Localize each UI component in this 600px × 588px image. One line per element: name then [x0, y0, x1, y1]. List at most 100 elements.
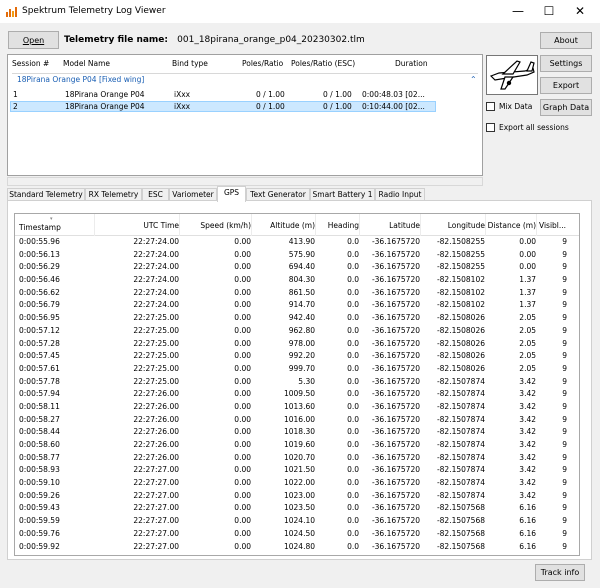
table-row[interactable]: 0:00:59.43 22:27:27.00 0.00 1023.50 0.0 -36.1… [15, 502, 579, 515]
cell-longitude: -82.1507874 [436, 389, 485, 399]
table-row[interactable]: 0:00:57.94 22:27:26.00 0.00 1009.50 0.0 -36.1… [15, 388, 579, 401]
col-duration[interactable]: Duration [395, 59, 428, 68]
table-row[interactable]: 0:00:59.76 22:27:27.00 0.00 1024.50 0.0 -36.1… [15, 528, 579, 541]
col-poles-ratio-esc[interactable]: Poles/Ratio (ESC) [291, 59, 355, 68]
mix-data-checkbox-group[interactable]: Mix Data [486, 102, 532, 111]
cell-utc-time: 22:27:25.00 [133, 313, 179, 323]
cell-distance: 1.37 [519, 300, 536, 310]
table-row[interactable]: 0:00:58.93 22:27:27.00 0.00 1021.50 0.0 -36.1… [15, 464, 579, 477]
table-row[interactable]: 0:01:00.09 22:27:28.00 0.00 1025.20 0.0 -36.1… [15, 553, 579, 555]
cell-speed: 0.00 [234, 452, 251, 462]
cell-longitude: -82.1507874 [436, 478, 485, 488]
cell-altitude: 1009.50 [283, 389, 315, 399]
table-row[interactable]: 0:00:57.78 22:27:25.00 0.00 5.30 0.0 -36.1675… [15, 376, 579, 389]
col-timestamp[interactable]: Timestamp [19, 223, 61, 232]
table-row[interactable]: 0:00:58.77 22:27:26.00 0.00 1020.70 0.0 -36.1… [15, 452, 579, 465]
cell-altitude: 992.20 [288, 351, 315, 361]
session-row-selected[interactable]: 2 18Pirana Orange P04 iXxx 0 / 1.00 0 / … [10, 101, 436, 112]
col-distance[interactable]: Distance (m) [488, 221, 536, 230]
col-session[interactable]: Session # [12, 59, 49, 68]
col-bind-type[interactable]: Bind type [172, 59, 208, 68]
col-visible[interactable]: Visibl... [539, 221, 566, 230]
col-longitude[interactable]: Longitude [448, 221, 485, 230]
table-row[interactable]: 0:00:59.10 22:27:27.00 0.00 1022.00 0.0 -36.1… [15, 477, 579, 490]
col-utc-time[interactable]: UTC Time [143, 221, 179, 230]
cell-distance: 0.00 [519, 249, 536, 259]
maximize-icon[interactable]: ☐ [534, 0, 564, 23]
session-list[interactable]: Session # Model Name Bind type Poles/Rat… [7, 54, 483, 176]
cell-utc-time: 22:27:25.00 [133, 363, 179, 373]
cell-utc-time: 22:27:24.00 [133, 262, 179, 272]
table-row[interactable]: 0:00:57.12 22:27:25.00 0.00 962.80 0.0 -36.16… [15, 325, 579, 338]
table-row[interactable]: 0:00:59.92 22:27:27.00 0.00 1024.80 0.0 -36.1… [15, 541, 579, 554]
cell-latitude: -36.1675720 [371, 401, 420, 411]
close-icon[interactable]: ✕ [565, 0, 595, 23]
table-row[interactable]: 0:00:57.61 22:27:25.00 0.00 999.70 0.0 -36.16… [15, 363, 579, 376]
cell-heading: 0.0 [347, 313, 359, 323]
table-row[interactable]: 0:00:58.60 22:27:26.00 0.00 1019.60 0.0 -36.1… [15, 439, 579, 452]
cell-speed: 0.00 [234, 313, 251, 323]
table-row[interactable]: 0:00:56.13 22:27:24.00 0.00 575.90 0.0 -36.16… [15, 249, 579, 262]
table-row[interactable]: 0:00:59.26 22:27:27.00 0.00 1023.00 0.0 -36.1… [15, 490, 579, 503]
col-altitude[interactable]: Altitude (m) [270, 221, 315, 230]
cell-altitude: 1021.50 [283, 465, 315, 475]
col-poles-ratio[interactable]: Poles/Ratio [242, 59, 283, 68]
cell-visible: 9 [562, 427, 567, 437]
table-row[interactable]: 0:00:58.11 22:27:26.00 0.00 1013.60 0.0 -36.1… [15, 401, 579, 414]
chevron-up-icon[interactable]: ⌃ [470, 75, 477, 84]
cell-heading: 0.0 [347, 503, 359, 513]
col-heading[interactable]: Heading [328, 221, 359, 230]
table-row[interactable]: 0:00:55.96 22:27:24.00 0.00 413.90 0.0 -36.16… [15, 236, 579, 249]
table-row[interactable]: 0:00:58.44 22:27:26.00 0.00 1018.30 0.0 -36.1… [15, 426, 579, 439]
table-row[interactable]: 0:00:57.45 22:27:25.00 0.00 992.20 0.0 -36.16… [15, 350, 579, 363]
export-button[interactable]: Export [540, 77, 592, 94]
export-all-checkbox-group[interactable]: Export all sessions [486, 123, 569, 132]
cell-timestamp: 0:00:59.10 [19, 478, 60, 488]
cell-speed: 0.00 [234, 541, 251, 551]
cell-distance: 3.42 [519, 478, 536, 488]
open-button[interactable]: Open [8, 31, 59, 49]
cell-timestamp: 0:00:59.26 [19, 490, 60, 500]
cell-timestamp: 0:00:57.28 [19, 338, 60, 348]
table-row[interactable]: 0:00:56.62 22:27:24.00 0.00 861.50 0.0 -36.16… [15, 287, 579, 300]
col-latitude[interactable]: Latitude [389, 221, 420, 230]
session-row[interactable]: 1 18Pirana Orange P04 iXxx 0 / 1.00 0 / … [10, 90, 436, 101]
cell-utc-time: 22:27:24.00 [133, 249, 179, 259]
mix-data-checkbox[interactable] [486, 102, 495, 111]
cell-longitude: -82.1507874 [436, 427, 485, 437]
col-speed[interactable]: Speed (km/h) [200, 221, 251, 230]
tab-gps[interactable]: GPS [217, 186, 246, 202]
graph-data-button[interactable]: Graph Data [540, 99, 592, 116]
cell-speed: 0.00 [234, 478, 251, 488]
table-row[interactable]: 0:00:59.59 22:27:27.00 0.00 1024.10 0.0 -36.1… [15, 515, 579, 528]
cell-heading: 0.0 [347, 351, 359, 361]
cell-heading: 0.0 [347, 376, 359, 386]
table-row[interactable]: 0:00:56.95 22:27:25.00 0.00 942.40 0.0 -36.16… [15, 312, 579, 325]
cell-distance: 2.05 [519, 313, 536, 323]
gps-data-table[interactable]: Timestamp ▾ UTC Time Speed (km/h) Altitu… [14, 213, 580, 556]
col-model-name[interactable]: Model Name [63, 59, 110, 68]
table-row[interactable]: 0:00:56.46 22:27:24.00 0.00 804.30 0.0 -36.16… [15, 274, 579, 287]
cell-timestamp: 0:00:57.12 [19, 325, 60, 335]
about-button[interactable]: About [540, 32, 592, 49]
cell-timestamp: 0:00:57.94 [19, 389, 60, 399]
minimize-icon[interactable]: — [503, 0, 533, 23]
cell-visible: 9 [562, 490, 567, 500]
table-row[interactable]: 0:00:58.27 22:27:26.00 0.00 1016.00 0.0 -36.1… [15, 414, 579, 427]
session-horizontal-scrollbar[interactable] [7, 177, 483, 186]
cell-longitude: -82.1507568 [437, 554, 485, 555]
table-row[interactable]: 0:00:57.28 22:27:25.00 0.00 978.00 0.0 -36.16… [15, 338, 579, 351]
track-info-button[interactable]: Track info [535, 564, 585, 581]
table-row[interactable]: 0:00:56.29 22:27:24.00 0.00 694.40 0.0 -36.16… [15, 261, 579, 274]
cell-timestamp: 0:00:56.29 [19, 262, 60, 272]
table-row[interactable]: 0:00:56.79 22:27:24.00 0.00 914.70 0.0 -36.16… [15, 299, 579, 312]
cell-distance: 1.37 [519, 275, 536, 285]
cell-distance: 6.16 [519, 516, 536, 526]
cell-speed: 0.00 [234, 325, 251, 335]
cell-distance: 3.42 [519, 452, 536, 462]
export-all-checkbox[interactable] [486, 123, 495, 132]
cell-latitude: -36.1675720 [372, 554, 420, 555]
settings-button[interactable]: Settings [540, 55, 592, 72]
cell-altitude: 978.00 [288, 338, 315, 348]
cell-longitude: -82.1508102 [436, 275, 485, 285]
